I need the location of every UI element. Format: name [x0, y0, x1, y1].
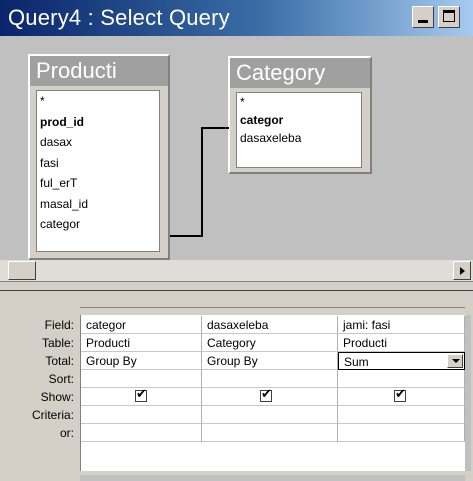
- show-checkbox[interactable]: ✔: [260, 388, 272, 402]
- pane-splitter[interactable]: [0, 281, 473, 291]
- minimize-button[interactable]: [412, 6, 434, 28]
- row-label-show: Show:: [40, 390, 74, 404]
- grid-cell-total[interactable]: Group By: [81, 352, 202, 370]
- maximize-icon: [443, 10, 455, 22]
- grid-cell-sort[interactable]: [338, 370, 465, 388]
- design-grid-vertical-scrollbar[interactable]: [465, 315, 471, 471]
- row-label-total: Total:: [45, 354, 74, 368]
- table-producti-scrollbar[interactable]: [160, 90, 166, 252]
- field-item-primary-key[interactable]: categor: [237, 111, 361, 129]
- table-pane: Producti * prod_id dasax fasi ful_erT ma…: [0, 36, 473, 260]
- field-item[interactable]: *: [237, 93, 361, 111]
- join-line[interactable]: [170, 235, 202, 237]
- field-item[interactable]: *: [37, 91, 159, 112]
- field-item[interactable]: fasi: [37, 153, 159, 174]
- design-grid-pane: Field: Table: Total: Sort: Show: Criteri…: [0, 291, 473, 481]
- scroll-right-button[interactable]: [453, 261, 471, 280]
- grid-cell-field[interactable]: categor: [81, 316, 202, 334]
- table-producti[interactable]: Producti * prod_id dasax fasi ful_erT ma…: [28, 54, 170, 260]
- row-label-or: or:: [59, 426, 74, 440]
- column-selector-bar[interactable]: [80, 299, 465, 308]
- grid-cell-table[interactable]: Category: [202, 334, 338, 352]
- table-category-field-list[interactable]: * categor dasaxeleba: [236, 92, 362, 168]
- total-dropdown-button[interactable]: [447, 354, 463, 368]
- grid-cell-sort[interactable]: [202, 370, 338, 388]
- maximize-button[interactable]: [438, 6, 460, 28]
- grid-cell-table[interactable]: Producti: [81, 334, 202, 352]
- table-category-scrollbar[interactable]: [362, 92, 368, 168]
- grid-cell-field[interactable]: jami: fasi: [338, 316, 465, 334]
- scrollbar-thumb[interactable]: [8, 261, 36, 280]
- table-category-title[interactable]: Category: [230, 58, 370, 88]
- join-line[interactable]: [201, 127, 229, 129]
- table-category[interactable]: Category * categor dasaxeleba: [228, 56, 372, 174]
- chevron-down-icon: [452, 359, 460, 363]
- grid-cell-or[interactable]: [202, 424, 338, 442]
- grid-cell-show[interactable]: ✔: [81, 388, 202, 406]
- show-checkbox[interactable]: ✔: [394, 388, 406, 402]
- design-grid-horizontal-scrollbar[interactable]: [80, 475, 465, 481]
- grid-cell-show[interactable]: ✔: [202, 388, 338, 406]
- field-item-primary-key[interactable]: prod_id: [37, 112, 159, 133]
- design-grid: categor Producti Group By ✔ dasaxeleba C…: [80, 315, 466, 471]
- row-label-sort: Sort:: [48, 372, 74, 386]
- grid-cell-sort[interactable]: [81, 370, 202, 388]
- table-producti-field-list[interactable]: * prod_id dasax fasi ful_erT masal_id ca…: [36, 90, 160, 252]
- grid-cell-field[interactable]: dasaxeleba: [202, 316, 338, 334]
- grid-cell-total-active[interactable]: Sum: [338, 352, 465, 370]
- grid-cell-or[interactable]: [338, 424, 465, 442]
- grid-cell-total[interactable]: Group By: [202, 352, 338, 370]
- checkmark-icon: ✔: [261, 388, 272, 402]
- grid-cell-criteria[interactable]: [338, 406, 465, 424]
- window-title: Query4 : Select Query: [8, 5, 230, 30]
- checkmark-icon: ✔: [136, 388, 147, 402]
- join-line[interactable]: [201, 127, 203, 237]
- field-item[interactable]: categor: [37, 214, 159, 235]
- title-bar[interactable]: Query4 : Select Query: [0, 0, 473, 36]
- field-item[interactable]: dasax: [37, 132, 159, 153]
- grid-cell-show[interactable]: ✔: [338, 388, 465, 406]
- row-label-criteria: Criteria:: [31, 408, 74, 422]
- field-item[interactable]: ful_erT: [37, 173, 159, 194]
- field-item[interactable]: dasaxeleba: [237, 129, 361, 147]
- checkmark-icon: ✔: [395, 388, 406, 402]
- row-label-field: Field:: [44, 318, 74, 332]
- grid-cell-criteria[interactable]: [81, 406, 202, 424]
- grid-cell-or[interactable]: [81, 424, 202, 442]
- row-label-table: Table:: [41, 336, 74, 350]
- show-checkbox[interactable]: ✔: [135, 388, 147, 402]
- grid-cell-table[interactable]: Producti: [338, 334, 465, 352]
- grid-cell-criteria[interactable]: [202, 406, 338, 424]
- total-dropdown-value[interactable]: Sum: [344, 355, 369, 369]
- table-pane-horizontal-scrollbar[interactable]: [0, 260, 473, 281]
- table-producti-title[interactable]: Producti: [30, 56, 168, 86]
- arrow-right-icon: [460, 267, 465, 275]
- minimize-icon: [418, 20, 428, 23]
- field-item[interactable]: masal_id: [37, 194, 159, 215]
